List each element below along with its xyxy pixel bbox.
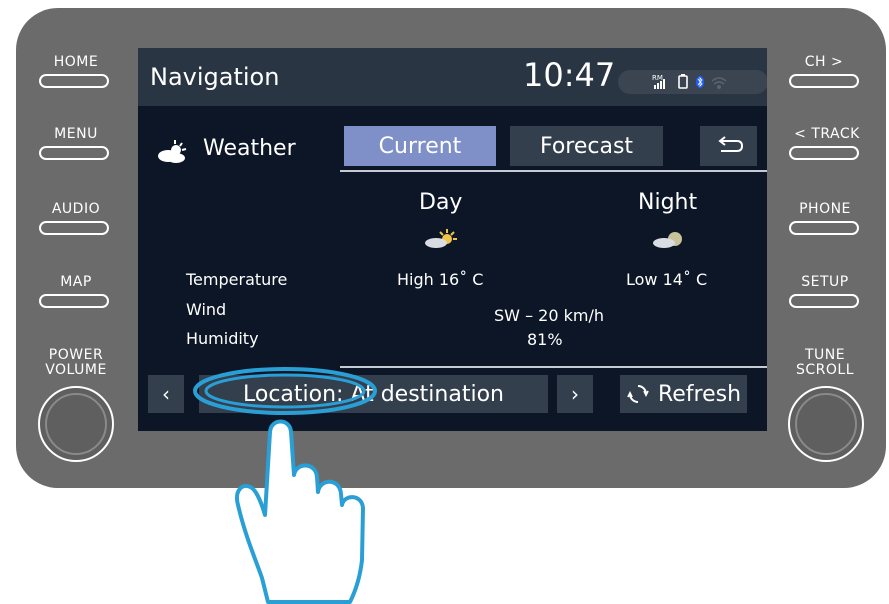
tap-highlight-rings [193, 367, 377, 415]
tap-gesture-overlay [193, 367, 377, 604]
pointing-hand-icon [235, 419, 365, 604]
